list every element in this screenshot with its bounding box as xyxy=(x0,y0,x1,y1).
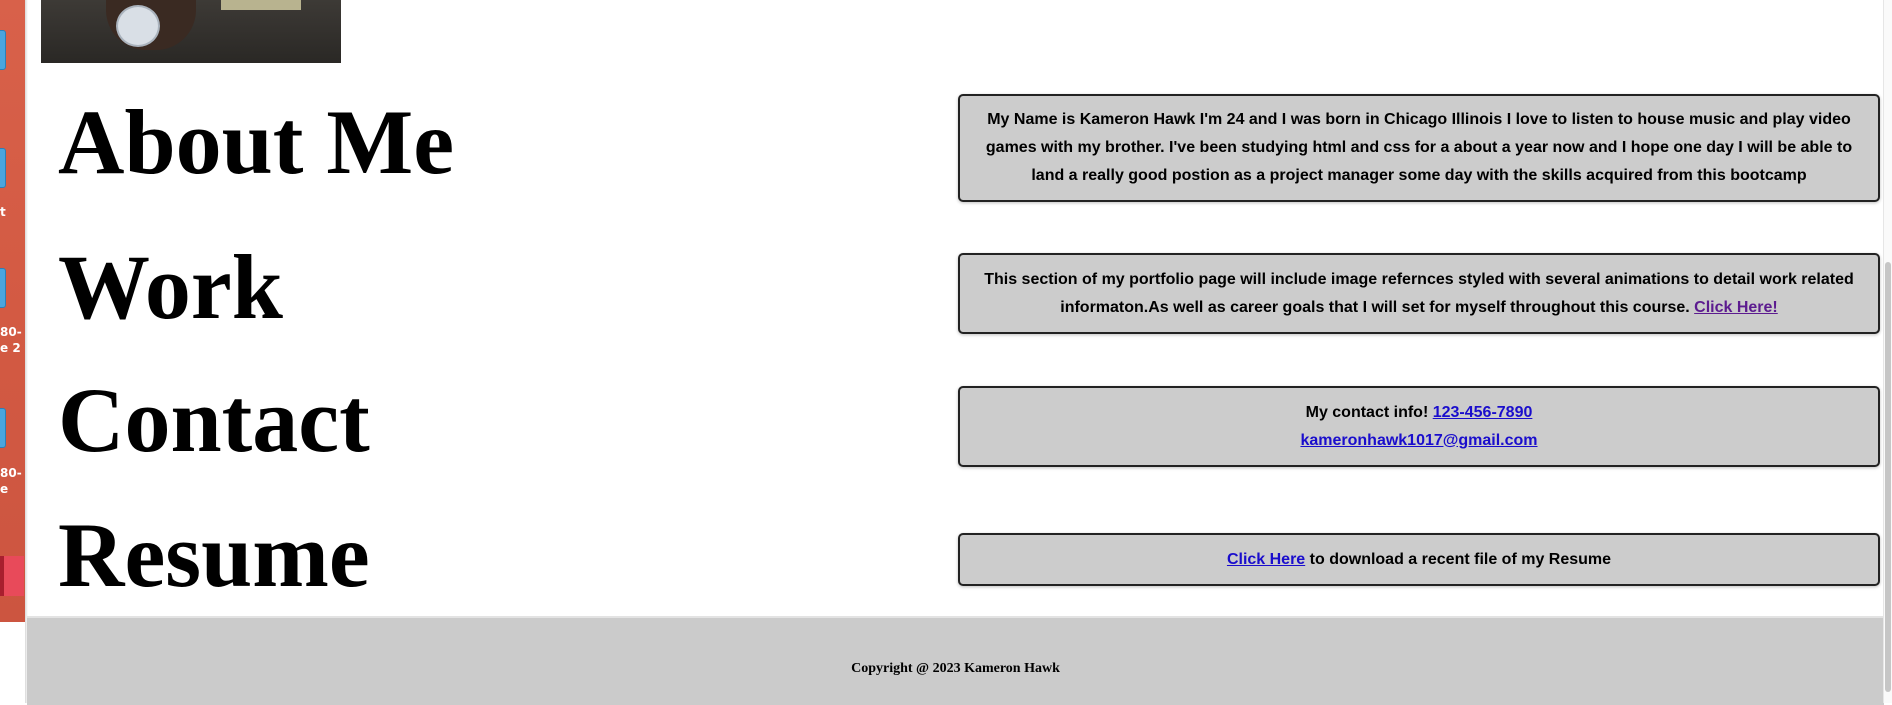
desktop-background: t 80- e 2 80- e xyxy=(0,0,25,622)
photo-shirt-graphic xyxy=(221,0,301,10)
desktop-icon-label: e 2 xyxy=(0,341,21,355)
photo-cup xyxy=(116,5,160,47)
work-box: This section of my portfolio page will i… xyxy=(958,253,1880,334)
resume-download-link[interactable]: Click Here xyxy=(1227,551,1305,568)
work-text-wrap: This section of my portfolio page will i… xyxy=(970,266,1868,322)
desktop-folder-icon[interactable] xyxy=(0,408,6,448)
about-me-heading: About Me xyxy=(58,91,455,193)
vertical-scrollbar[interactable] xyxy=(1883,0,1892,703)
page-footer: Copyright @ 2023 Kameron Hawk xyxy=(27,616,1884,705)
footer-copyright: Copyright @ 2023 Kameron Hawk xyxy=(851,660,1060,676)
about-me-text: My Name is Kameron Hawk I'm 24 and I was… xyxy=(985,111,1853,184)
desktop-icon-label: 80- xyxy=(0,325,22,339)
resume-text: to download a recent file of my Resume xyxy=(1305,550,1612,568)
phone-link[interactable]: 123-456-7890 xyxy=(1433,404,1533,421)
contact-text: My contact info! xyxy=(1305,403,1433,421)
contact-text-wrap: My contact info! 123-456-7890 kameronhawk… xyxy=(1300,399,1537,455)
email-link[interactable]: kameronhawk1017@gmail.com xyxy=(1300,432,1537,449)
desktop-app-icon[interactable] xyxy=(0,556,24,596)
work-click-here-link[interactable]: Click Here! xyxy=(1694,299,1778,316)
window-edge-shadow xyxy=(25,0,28,703)
contact-heading: Contact xyxy=(58,369,370,471)
desktop-folder-icon[interactable] xyxy=(0,148,6,188)
work-heading: Work xyxy=(58,236,283,338)
desktop-icon-label: 80- xyxy=(0,466,22,480)
desktop-icon-label: t xyxy=(0,205,6,219)
contact-box: My contact info! 123-456-7890 kameronhawk… xyxy=(958,386,1880,467)
resume-text-wrap: Click Here to download a recent file of … xyxy=(1227,546,1611,574)
profile-photo xyxy=(41,0,341,63)
resume-heading: Resume xyxy=(58,504,370,606)
desktop-folder-icon[interactable] xyxy=(0,268,6,308)
about-me-box: My Name is Kameron Hawk I'm 24 and I was… xyxy=(958,94,1880,202)
desktop-icon-label: e xyxy=(0,482,9,496)
scrollbar-thumb[interactable] xyxy=(1885,262,1891,692)
resume-box: Click Here to download a recent file of … xyxy=(958,533,1880,586)
desktop-folder-icon[interactable] xyxy=(0,30,6,70)
